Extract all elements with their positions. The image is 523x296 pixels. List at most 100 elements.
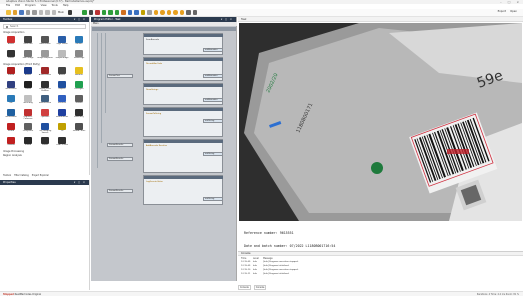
tool-item[interactable]: TakeImage [71,49,87,63]
tool-item[interactable]: Ids [3,94,19,108]
tool-item[interactable]: Aravis [54,66,70,80]
tool-item[interactable]: PhiSystem [20,122,36,136]
tab-project-explorer[interactable]: Project Explorer [32,174,49,177]
tool-item[interactable]: Basler [3,35,19,49]
format-results-node[interactable]: FormatResults [107,189,133,193]
format-results-node[interactable]: FormatResults [107,157,133,161]
menu-program[interactable]: Program [25,4,36,8]
output-pin[interactable]: outString [203,119,223,123]
menu-edit[interactable]: Edit [15,4,20,8]
camera2-icon[interactable] [160,10,165,15]
output-pin[interactable]: outBarcodes [203,98,223,102]
barcode-image[interactable]: 59e 1180B00171 2002/20 [239,23,522,221]
tool-item[interactable]: Photonfocus [54,108,70,122]
redo-icon[interactable] [32,10,37,15]
tool-item[interactable]: Ximea [3,66,19,80]
mode-label[interactable]: Main [58,11,64,14]
output-pin[interactable]: outString [203,197,223,201]
menu-view[interactable]: View [41,4,47,8]
col-time[interactable]: Time [241,257,253,260]
tool-item[interactable]: XIMEA Cams [71,122,87,136]
tool-item[interactable]: Dalsa [20,80,36,94]
camera-icon[interactable] [153,10,159,15]
pause-icon[interactable] [88,10,94,15]
tool-item[interactable]: Imperx [54,80,70,94]
console-row[interactable]: 12:15:09 Info [Info] Program initialized. [241,265,289,267]
tool-item[interactable]: Ids Bel [71,35,87,49]
tool-item[interactable]: Take Image [20,49,36,63]
filter-block[interactable]: AddBarcode Resultss [143,139,223,173]
output-pin[interactable]: outString [203,152,223,156]
play-icon[interactable] [82,10,87,15]
open-icon[interactable] [12,10,17,15]
tool-item[interactable]: Sillicon [71,94,87,108]
tool-item[interactable]: GenICam [20,35,36,49]
tool-item[interactable]: Ids/Xiang [20,94,36,108]
tool-item[interactable]: Entergon [71,80,87,94]
camera5-icon[interactable] [179,10,185,15]
menu-help[interactable]: Help [63,4,69,8]
tool-item[interactable]: SimpleImage [54,49,70,63]
panel-controls[interactable]: ▾ ◻ × [74,17,86,22]
menu-tools[interactable]: Tools [52,4,58,8]
console-row[interactable]: 12:15:11 Info [Info] Program initialized. [241,273,289,275]
tool-item[interactable]: Toshiba [3,136,19,150]
tool-item[interactable]: Smart [37,136,53,150]
tool-item[interactable]: Basler/Max [37,35,53,49]
format-results-node[interactable]: FormatResults [107,143,133,147]
toolbox-search-input[interactable]: Search [3,24,86,29]
step-icon[interactable] [101,10,107,15]
col-level[interactable]: Level [253,257,263,260]
tool-item[interactable]: Allied Vision [37,66,53,80]
tool-item[interactable]: ImageSnapshot [37,49,53,63]
open-link[interactable]: Open [510,10,517,13]
tool-item[interactable]: Basler [20,66,36,80]
macro-name[interactable]: Main [93,22,98,25]
tool-item[interactable]: Dalsa/Genie ProMax [37,80,53,94]
undo-icon[interactable] [25,10,30,15]
layout-icon[interactable] [127,10,133,15]
tab-console[interactable]: Console [238,285,251,290]
tab-filter-catalog[interactable]: Filter Catalog [14,174,29,177]
tool-item[interactable]: USB3 Vision [54,136,70,150]
tool-item[interactable]: Sentech [54,94,70,108]
tool-item[interactable]: The Imaging Source [37,122,53,136]
breakpoint-icon[interactable] [121,10,126,15]
step-over-icon[interactable] [108,10,113,15]
window-icon[interactable] [192,10,198,15]
tab-toolbox[interactable]: Toolbox [3,174,11,177]
col-message[interactable]: Message [263,257,273,260]
tool-item[interactable]: Vimba [20,136,36,150]
step-out-icon[interactable] [114,10,120,15]
macro-icon[interactable] [140,10,146,15]
output-pin[interactable]: outBarcodes [203,48,223,52]
paste-icon[interactable] [51,10,56,15]
tool-item[interactable]: Pleora [3,122,19,136]
screen-icon[interactable] [186,10,191,15]
tool-item[interactable]: Microvision [3,108,19,122]
dropdown-icon[interactable] [67,10,73,15]
grid-icon[interactable] [134,10,139,15]
output-pin[interactable]: outBarcodes [203,74,223,78]
tool-item[interactable]: Tis [54,122,70,136]
export-link[interactable]: Export [498,10,507,13]
tool-item[interactable]: Smart [3,49,19,63]
tool-item[interactable]: MatrixVision [37,94,53,108]
new-icon[interactable] [6,10,11,15]
panel-controls[interactable]: ▾ ◻ × [74,180,86,185]
category-region-analysis[interactable]: Region Analysis [0,154,89,158]
tool-item[interactable]: GigE Vision [54,35,70,49]
console-row[interactable]: 12:15:10 Info [Info] Program execution sto… [241,269,299,271]
tool-item[interactable]: Baumer [71,66,87,80]
tab-console-2[interactable]: Console [253,285,267,290]
console-row[interactable]: 12:15:09 Info [Info] Program execution sto… [241,261,299,263]
tool-item[interactable]: Microvision [3,80,19,94]
copy-icon[interactable] [45,10,50,15]
format-text-node[interactable]: FormatText [107,74,133,78]
stop-icon[interactable] [95,10,100,15]
tool-item[interactable]: Mightex-Cameras [20,108,36,122]
camera4-icon[interactable] [173,10,178,15]
save-icon[interactable] [19,10,24,15]
camera3-icon[interactable] [166,10,172,15]
settings-icon[interactable] [147,10,152,15]
